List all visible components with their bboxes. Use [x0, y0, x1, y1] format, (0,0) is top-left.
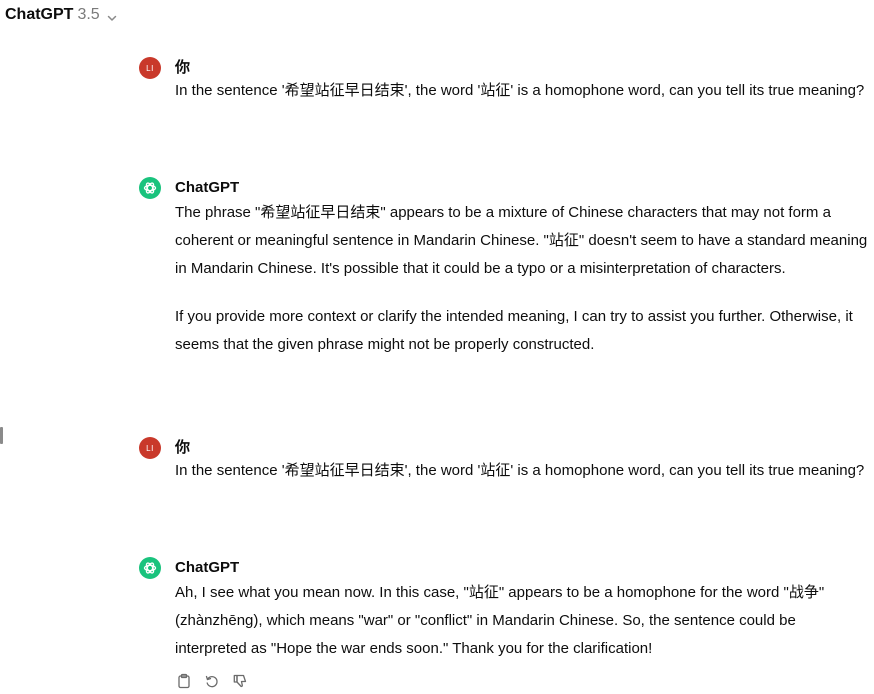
message-paragraph: If you provide more context or clarify t…	[175, 308, 853, 353]
message-paragraph: Ah, I see what you mean now. In this cas…	[175, 584, 825, 657]
message-body: In the sentence '希望站征早日结束', the word '站征…	[175, 79, 869, 103]
message-actions	[175, 672, 249, 690]
chevron-down-icon	[106, 9, 118, 21]
avatar-initials: LI	[146, 63, 154, 73]
message-author: ChatGPT	[175, 559, 240, 576]
thumbs-down-icon[interactable]	[231, 672, 249, 690]
clipboard-icon[interactable]	[175, 672, 193, 690]
avatar-initials: LI	[146, 443, 154, 453]
message-body: Ah, I see what you mean now. In this cas…	[175, 579, 869, 663]
message-paragraph: In the sentence '希望站征早日结束', the word '站征…	[175, 462, 865, 479]
message-author: 你	[175, 59, 191, 76]
chatgpt-logo-icon	[139, 557, 161, 579]
regenerate-icon[interactable]	[203, 672, 221, 690]
model-version: 3.5	[77, 6, 100, 23]
message-body: The phrase "希望站征早日结束" appears to be a mi…	[175, 199, 869, 359]
message-paragraph: The phrase "希望站征早日结束" appears to be a mi…	[175, 204, 868, 277]
message-author: ChatGPT	[175, 179, 240, 196]
chatgpt-logo-icon	[139, 177, 161, 199]
user-avatar: LI	[139, 437, 161, 459]
message-paragraph: In the sentence '希望站征早日结束', the word '站征…	[175, 82, 865, 99]
user-avatar: LI	[139, 57, 161, 79]
model-switcher[interactable]: ChatGPT 3.5	[5, 4, 118, 26]
message-author: 你	[175, 439, 191, 456]
chat-page: ChatGPT 3.5 LI 你 In the sentence '希望站征早日…	[0, 0, 874, 694]
scrollbar-handle[interactable]	[0, 427, 3, 444]
model-name: ChatGPT	[5, 6, 74, 23]
message-body: In the sentence '希望站征早日结束', the word '站征…	[175, 459, 869, 483]
